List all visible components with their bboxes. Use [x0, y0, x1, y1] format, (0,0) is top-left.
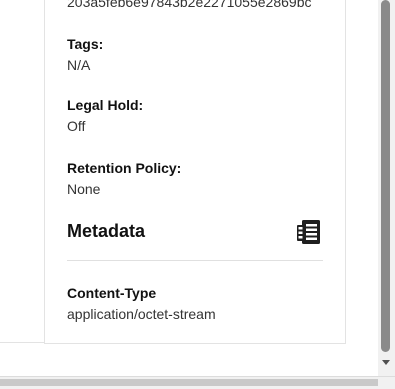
- vertical-scrollbar[interactable]: [378, 0, 395, 376]
- metadata-divider: [67, 260, 323, 261]
- content-type-label: Content-Type: [67, 285, 157, 301]
- horizontal-scrollbar[interactable]: [0, 376, 395, 389]
- tags-value: N/A: [67, 57, 91, 73]
- etag-value: 203a5feb6e97843b2e2271055e2869bc: [67, 0, 312, 10]
- scroll-down-arrow-icon[interactable]: [382, 360, 390, 365]
- vertical-scroll-thumb[interactable]: [381, 0, 390, 352]
- object-details-panel: 203a5feb6e97843b2e2271055e2869bc Tags: N…: [44, 0, 346, 344]
- content-type-value: application/octet-stream: [67, 306, 216, 322]
- legal-hold-value: Off: [67, 118, 86, 134]
- document-list-icon[interactable]: [296, 219, 322, 245]
- outer-divider: [0, 342, 44, 343]
- tags-label: Tags:: [67, 36, 104, 52]
- metadata-title: Metadata: [67, 221, 146, 241]
- legal-hold-label: Legal Hold:: [67, 97, 144, 113]
- viewport: 203a5feb6e97843b2e2271055e2869bc Tags: N…: [0, 0, 378, 376]
- retention-policy-value: None: [67, 181, 101, 197]
- horizontal-scroll-thumb[interactable]: [0, 379, 378, 386]
- retention-policy-label: Retention Policy:: [67, 160, 182, 176]
